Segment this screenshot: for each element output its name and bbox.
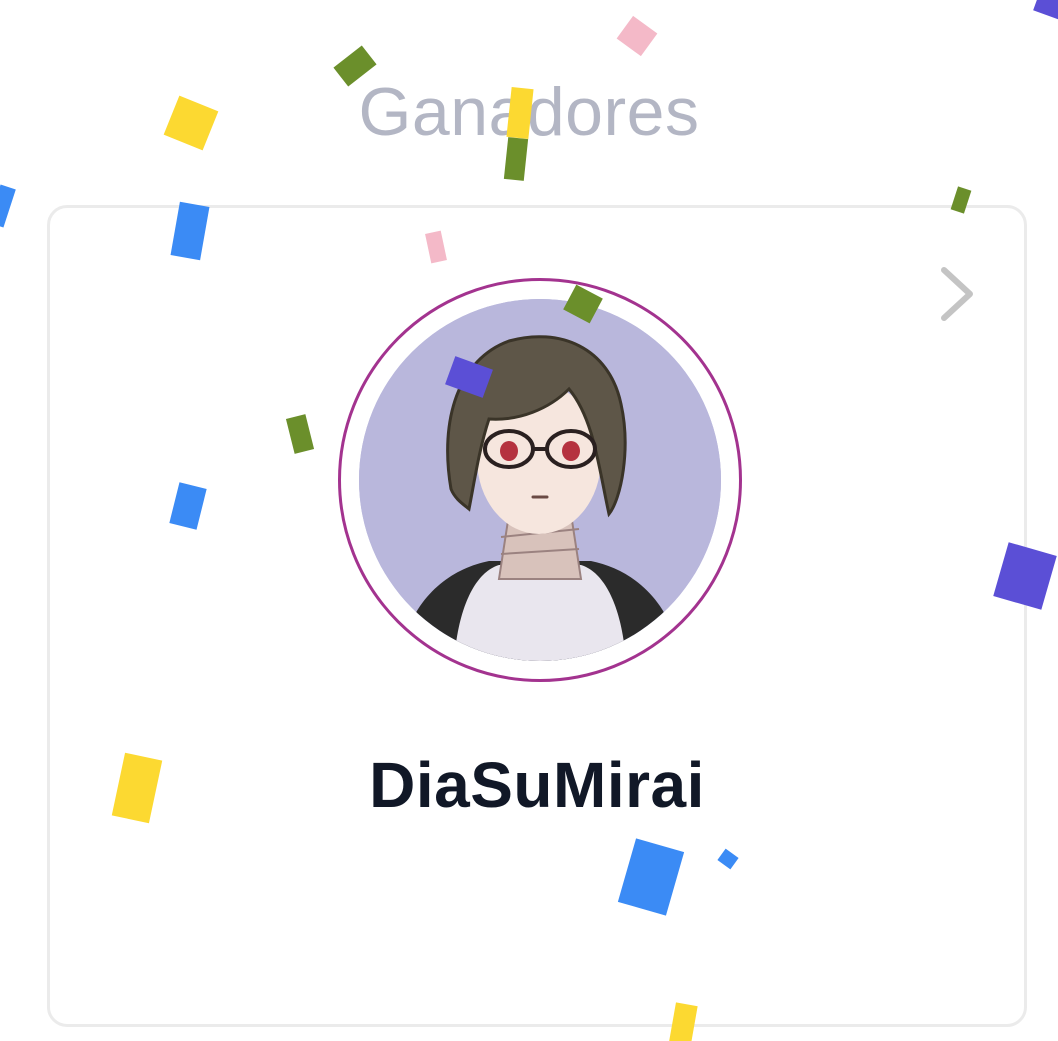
winner-card[interactable]: DiaSuMirai (47, 205, 1027, 1027)
page-title: Ganadores (358, 74, 700, 150)
winner-username: DiaSuMirai (369, 749, 705, 821)
avatar-image (359, 299, 721, 661)
avatar[interactable] (338, 278, 742, 682)
chevron-right-icon[interactable] (926, 262, 986, 326)
